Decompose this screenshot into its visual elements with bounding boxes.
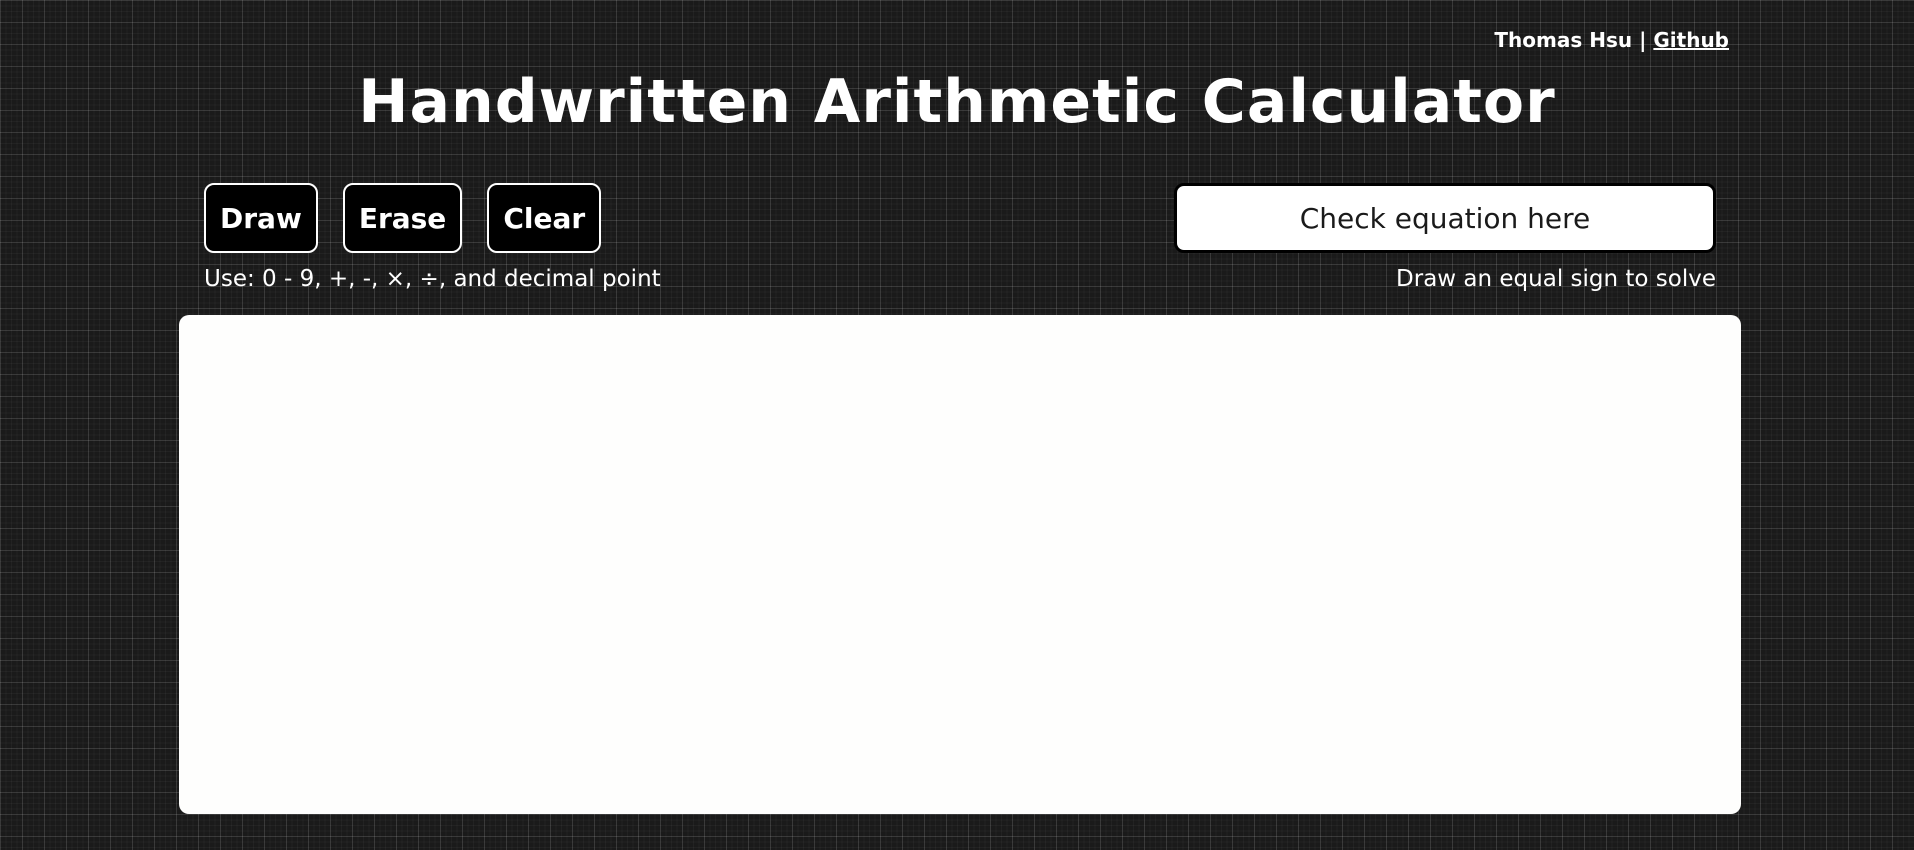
author-name: Thomas Hsu (1494, 28, 1633, 52)
draw-button[interactable]: Draw (204, 183, 318, 253)
tool-buttons: Draw Erase Clear (204, 183, 602, 253)
equation-field[interactable] (1174, 183, 1716, 253)
erase-button[interactable]: Erase (342, 183, 463, 253)
author-separator: | (1639, 28, 1647, 52)
clear-button[interactable]: Clear (487, 183, 602, 253)
solve-hint: Draw an equal sign to solve (1396, 266, 1716, 292)
page-title: Handwritten Arithmetic Calculator (358, 67, 1556, 137)
author-credit: Thomas Hsu | Github (1494, 28, 1729, 52)
github-link[interactable]: Github (1653, 28, 1729, 52)
usage-hint: Use: 0 - 9, +, -, ×, ÷, and decimal poin… (204, 266, 661, 292)
drawing-canvas[interactable] (179, 315, 1741, 814)
